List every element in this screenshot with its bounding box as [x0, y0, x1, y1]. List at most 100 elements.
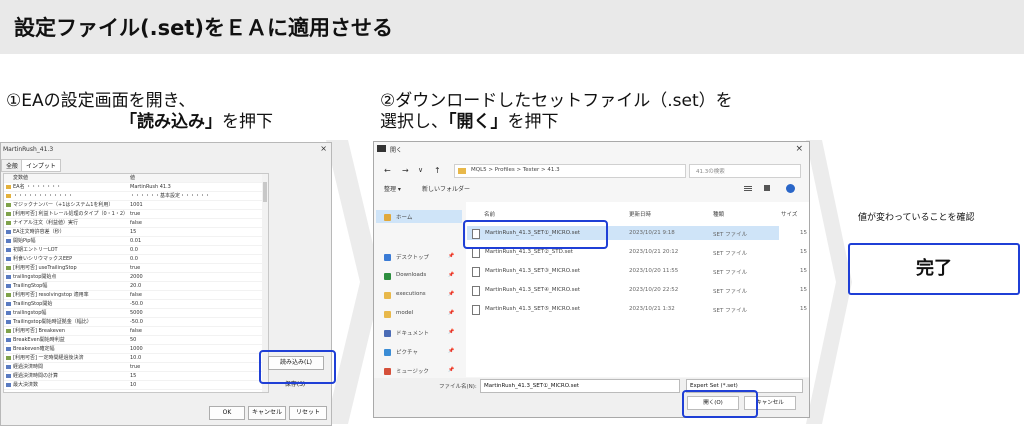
open-button-highlight	[682, 390, 758, 418]
col-size[interactable]: サイズ	[781, 210, 797, 218]
close-icon[interactable]: ×	[795, 144, 803, 154]
param-value[interactable]: ・・・・・・基本設定・・・・・・	[130, 192, 210, 200]
param-value[interactable]: -50.0	[130, 300, 143, 308]
param-value[interactable]: true	[130, 264, 140, 272]
table-row[interactable]: 経過決済時間 true	[4, 363, 268, 372]
table-row[interactable]: Trailingstop開始時証拠金（幅比） -50.0	[4, 318, 268, 327]
table-row[interactable]: [利用可否] useTrailingStop true	[4, 264, 268, 273]
step2-text: ②ダウンロードしたセットファイル（.set）を	[380, 91, 733, 111]
param-value[interactable]: false	[130, 291, 142, 299]
pin-icon: 📌	[448, 253, 455, 259]
param-value[interactable]: MartinRush 41.3	[130, 183, 171, 191]
param-value[interactable]: 10	[130, 381, 136, 389]
col-value: 値	[130, 175, 136, 181]
table-row[interactable]: TrailingStop開始 -50.0	[4, 300, 268, 309]
file-row[interactable]: MartinRush_41.3_SET⑤_MICRO.set 2023/10/21…	[469, 304, 807, 316]
param-value[interactable]: 0.0	[130, 246, 138, 254]
param-value[interactable]: 10.0	[130, 354, 141, 362]
music-icon	[384, 368, 391, 375]
param-name: BreakEven開始時利益	[13, 337, 65, 343]
table-row[interactable]: 最大決済数 10	[4, 381, 268, 390]
table-row[interactable]: EA名 ・・・・・・・ MartinRush 41.3	[4, 183, 268, 192]
param-name: マジックナンバー（+1はシステム1を利用）	[13, 202, 114, 208]
param-type-icon	[6, 266, 11, 270]
col-name[interactable]: 名前	[484, 210, 495, 218]
table-row[interactable]: EA注文時許容差（秒） 15	[4, 228, 268, 237]
table-row[interactable]: ナイアル注文（利益値）実行 false	[4, 219, 268, 228]
tab-general[interactable]: 全般	[1, 159, 24, 172]
param-value[interactable]: 50	[130, 336, 136, 344]
ok-button[interactable]: OK	[209, 406, 245, 420]
nav-item[interactable]: ピクチャ 📌	[380, 347, 460, 359]
table-row[interactable]: [利用可否] 一定時間経過後決済 10.0	[4, 354, 268, 363]
view-controls[interactable]	[744, 184, 800, 194]
param-value[interactable]: -50.0	[130, 318, 143, 326]
nav-item[interactable]: Downloads 📌	[380, 271, 460, 283]
table-row[interactable]: ・・・・・・・・・・・・ ・・・・・・基本設定・・・・・・	[4, 192, 268, 201]
folder-icon	[384, 311, 391, 318]
cancel-button[interactable]: キャンセル	[248, 406, 286, 420]
table-row[interactable]: trailingstop幅 5000	[4, 309, 268, 318]
param-name: TrailingStop幅	[13, 283, 48, 289]
back-icon[interactable]: ←	[384, 166, 391, 175]
organize-button[interactable]: 整理 ▾	[384, 184, 401, 193]
filename-input[interactable]: MartinRush_41.3_SET①_MICRO.set	[480, 379, 680, 393]
close-icon[interactable]: ×	[320, 144, 327, 153]
view-icon[interactable]	[744, 186, 752, 187]
tab-inputs[interactable]: インプット	[21, 159, 61, 172]
table-row[interactable]: 初期エントリーLOT 0.0	[4, 246, 268, 255]
table-row[interactable]: 開始Pip幅 0.01	[4, 237, 268, 246]
pane-icon[interactable]	[764, 185, 770, 191]
param-value[interactable]: true	[130, 363, 140, 371]
table-row[interactable]: trailingstop開始点 2000	[4, 273, 268, 282]
nav-item[interactable]: model 📌	[380, 309, 460, 321]
page-title: 設定ファイル(.set)をＥＡに適用させる	[14, 16, 393, 40]
table-row[interactable]: Breakeven確定幅 1000	[4, 345, 268, 354]
param-value[interactable]: 1000	[130, 345, 143, 353]
table-row[interactable]: [利用可否] Breakeven false	[4, 327, 268, 336]
col-date[interactable]: 更新日時	[629, 210, 651, 218]
param-value[interactable]: 15	[130, 228, 136, 236]
table-row[interactable]: 経過決済時間の計算 15	[4, 372, 268, 381]
param-value[interactable]: 20.0	[130, 282, 141, 290]
table-row[interactable]: BreakEven開始時利益 50	[4, 336, 268, 345]
param-value[interactable]: 0.0	[130, 255, 138, 263]
parameter-table: 変数値 値 EA名 ・・・・・・・ MartinRush 41.3 ・・・・・・・・…	[3, 173, 269, 393]
param-value[interactable]: 5000	[130, 309, 143, 317]
param-value[interactable]: false	[130, 219, 142, 227]
nav-item[interactable]: executions 📌	[380, 290, 460, 302]
file-row[interactable]: MartinRush_41.3_SET③_MICRO.set 2023/10/20…	[469, 266, 807, 278]
table-row[interactable]: [利用可否] resolvingstop 適用率 false	[4, 291, 268, 300]
file-row[interactable]: MartinRush_41.3_SET④_MICRO.set 2023/10/20…	[469, 285, 807, 297]
param-name: [利用可否] 利益トレール処理のタイプ（0・1・2）	[13, 211, 129, 217]
reset-button[interactable]: リセット	[289, 406, 327, 420]
file-type: SET ファイル	[713, 289, 748, 295]
chevron-down-icon[interactable]: ∨	[418, 166, 423, 174]
param-value[interactable]: 15	[130, 372, 136, 380]
up-icon[interactable]: ↑	[434, 166, 441, 175]
new-folder-button[interactable]: 新しいフォルダー	[422, 184, 470, 193]
param-value[interactable]: 2000	[130, 273, 143, 281]
param-value[interactable]: false	[130, 327, 142, 335]
address-bar[interactable]: MQL5 > Profiles > Tester > 41.3	[454, 164, 686, 178]
table-row[interactable]: TrailingStop幅 20.0	[4, 282, 268, 291]
forward-icon[interactable]: →	[402, 166, 409, 175]
nav-item[interactable]: ドキュメント 📌	[380, 328, 460, 340]
param-value[interactable]: 1001	[130, 201, 143, 209]
document-icon	[384, 330, 391, 337]
filename-label: ファイル名(N):	[439, 384, 477, 390]
param-value[interactable]: true	[130, 210, 140, 218]
nav-item[interactable]: ホーム	[380, 212, 460, 224]
nav-item[interactable]: ミュージック 📌	[380, 366, 460, 378]
search-input[interactable]: 41.3の検索	[689, 164, 801, 178]
table-row[interactable]: 利食いシリウマックスEEP 0.0	[4, 255, 268, 264]
table-row[interactable]: マジックナンバー（+1はシステム1を利用） 1001	[4, 201, 268, 210]
param-value[interactable]: 0.01	[130, 237, 141, 245]
parameter-rows: EA名 ・・・・・・・ MartinRush 41.3 ・・・・・・・・・・・・ ・・…	[4, 183, 268, 390]
nav-item[interactable]: デスクトップ 📌	[380, 252, 460, 264]
load-button-highlight	[259, 350, 336, 384]
help-icon[interactable]	[786, 184, 795, 193]
col-type[interactable]: 種類	[713, 210, 724, 218]
scrollbar-thumb[interactable]	[263, 182, 267, 202]
table-row[interactable]: [利用可否] 利益トレール処理のタイプ（0・1・2） true	[4, 210, 268, 219]
